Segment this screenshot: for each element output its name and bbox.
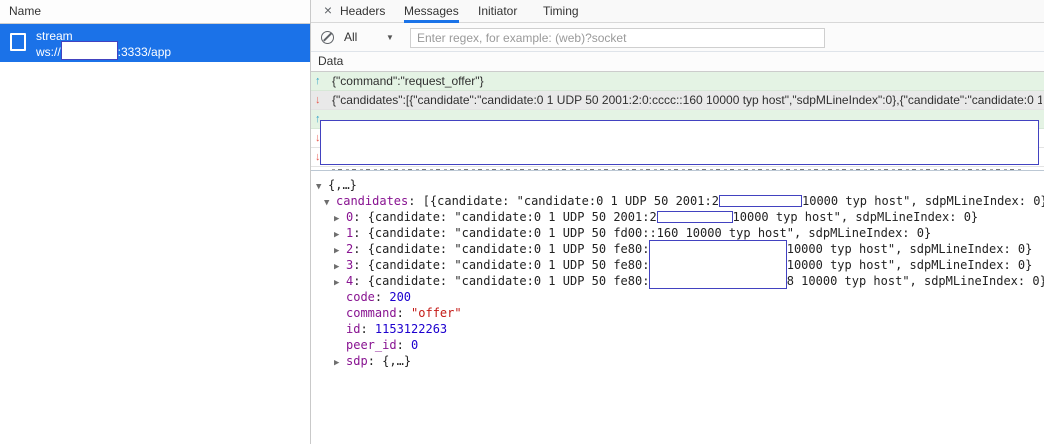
object-preview-pre: {candidate: "candidate:0 1 UDP 50 fe80: <box>368 274 650 288</box>
message-type-dropdown[interactable]: All ▼ <box>344 28 406 47</box>
colon: : <box>368 354 382 368</box>
number-value: 0 <box>411 338 418 352</box>
request-list-panel: Name stream ws://:3333/app <box>0 0 311 444</box>
received-arrow-icon: ↓ <box>315 91 329 109</box>
message-row[interactable]: ↓ <box>311 167 1044 171</box>
tab-initiator[interactable]: Initiator <box>478 0 517 23</box>
array-preview-pre: [{candidate: "candidate:0 1 UDP 50 2001:… <box>423 194 719 208</box>
object-preview-post: 10000 typ host", sdpMLineIndex: 0} <box>733 210 979 224</box>
request-detail-panel: × Headers Messages Initiator Timing All ▼… <box>311 0 1044 444</box>
tab-timing[interactable]: Timing <box>543 0 579 23</box>
colon: : <box>353 210 367 224</box>
message-text: {"candidates":[{"candidate":"candidate:0… <box>332 91 1042 109</box>
tree-line-root[interactable]: ▼{,…} <box>311 177 1044 193</box>
clear-icon[interactable] <box>321 31 334 44</box>
colon: : <box>353 274 367 288</box>
tree-line-peer-id[interactable]: peer_id: 0 <box>311 337 1044 353</box>
object-preview-pre: {candidate: "candidate:0 1 UDP 50 2001:2 <box>368 210 657 224</box>
colon: : <box>375 290 389 304</box>
data-column-header: Data <box>311 52 1044 72</box>
tree-line-command[interactable]: command: "offer" <box>311 305 1044 321</box>
property-key: id <box>346 322 360 336</box>
messages-filter-bar: All ▼ <box>311 23 1044 52</box>
expander-icon[interactable]: ▶ <box>334 275 346 291</box>
name-column-header: Name <box>0 0 310 24</box>
number-value: 1153122263 <box>375 322 447 336</box>
tree-line-candidates[interactable]: ▼candidates: [{candidate: "candidate:0 1… <box>311 193 1044 209</box>
message-row[interactable]: ↓ {"candidates":[{"candidate":"candidate… <box>311 91 1044 110</box>
devtools-network-panel: Name stream ws://:3333/app × Headers Mes… <box>0 0 1044 444</box>
tab-messages[interactable]: Messages <box>404 0 459 23</box>
request-icon <box>10 33 26 51</box>
property-key: peer_id <box>346 338 397 352</box>
request-url-scheme: ws:// <box>36 45 61 59</box>
tree-line-code[interactable]: code: 200 <box>311 289 1044 305</box>
number-value: 200 <box>389 290 411 304</box>
tab-headers[interactable]: Headers <box>340 0 385 23</box>
colon: : <box>397 306 411 320</box>
clipped-text-sliver <box>332 169 1022 171</box>
redaction-box-messages <box>320 120 1039 165</box>
request-url-port-path: :3333/app <box>118 45 171 59</box>
tree-line-item1[interactable]: ▶1: {candidate: "candidate:0 1 UDP 50 fd… <box>311 225 1044 241</box>
property-key: candidates <box>336 194 408 208</box>
colon: : <box>360 322 374 336</box>
property-key: command <box>346 306 397 320</box>
dropdown-selected-label: All <box>344 30 357 44</box>
colon: : <box>353 258 367 272</box>
message-row[interactable]: ↑ {"command":"request_offer"} <box>311 72 1044 91</box>
colon: : <box>408 194 422 208</box>
detail-tab-strip: × Headers Messages Initiator Timing <box>311 0 1044 23</box>
sent-arrow-icon: ↑ <box>315 72 329 90</box>
expander-icon[interactable]: ▶ <box>334 355 346 371</box>
tree-line-sdp[interactable]: ▶sdp: {,…} <box>311 353 1044 369</box>
object-preview-post: 10000 typ host", sdpMLineIndex: 0} <box>787 242 1033 256</box>
object-preview: {,…} <box>328 178 357 192</box>
colon: : <box>397 338 411 352</box>
redaction-box-host <box>61 41 118 60</box>
message-json-tree: ▼{,…} ▼candidates: [{candidate: "candida… <box>311 172 1044 444</box>
property-key: sdp <box>346 354 368 368</box>
object-preview-post: 10000 typ host", sdpMLineIndex: 0} <box>787 258 1033 272</box>
request-row-stream[interactable]: stream ws://:3333/app <box>0 24 310 62</box>
colon: : <box>353 226 367 240</box>
regex-filter-input[interactable] <box>410 28 825 48</box>
object-preview: {,…} <box>382 354 411 368</box>
redaction-box-tree <box>649 240 786 289</box>
message-text: {"command":"request_offer"} <box>332 72 1042 90</box>
tree-line-id[interactable]: id: 1153122263 <box>311 321 1044 337</box>
redaction-box-inline <box>657 211 733 223</box>
string-value: "offer" <box>411 306 462 320</box>
object-preview-post: 8 10000 typ host", sdpMLineIndex: 0} <box>787 274 1044 288</box>
object-preview-pre: {candidate: "candidate:0 1 UDP 50 fe80: <box>368 242 650 256</box>
object-preview: {candidate: "candidate:0 1 UDP 50 fd00::… <box>368 226 932 240</box>
array-preview-post: 10000 typ host", sdpMLineIndex: 0},…] <box>802 194 1044 208</box>
redaction-box-inline <box>719 195 802 207</box>
tree-line-item0[interactable]: ▶0: {candidate: "candidate:0 1 UDP 50 20… <box>311 209 1044 225</box>
chevron-down-icon: ▼ <box>386 28 394 47</box>
colon: : <box>353 242 367 256</box>
object-preview-pre: {candidate: "candidate:0 1 UDP 50 fe80: <box>368 258 650 272</box>
close-icon[interactable]: × <box>317 0 339 22</box>
property-key: code <box>346 290 375 304</box>
received-arrow-icon: ↓ <box>315 167 329 171</box>
